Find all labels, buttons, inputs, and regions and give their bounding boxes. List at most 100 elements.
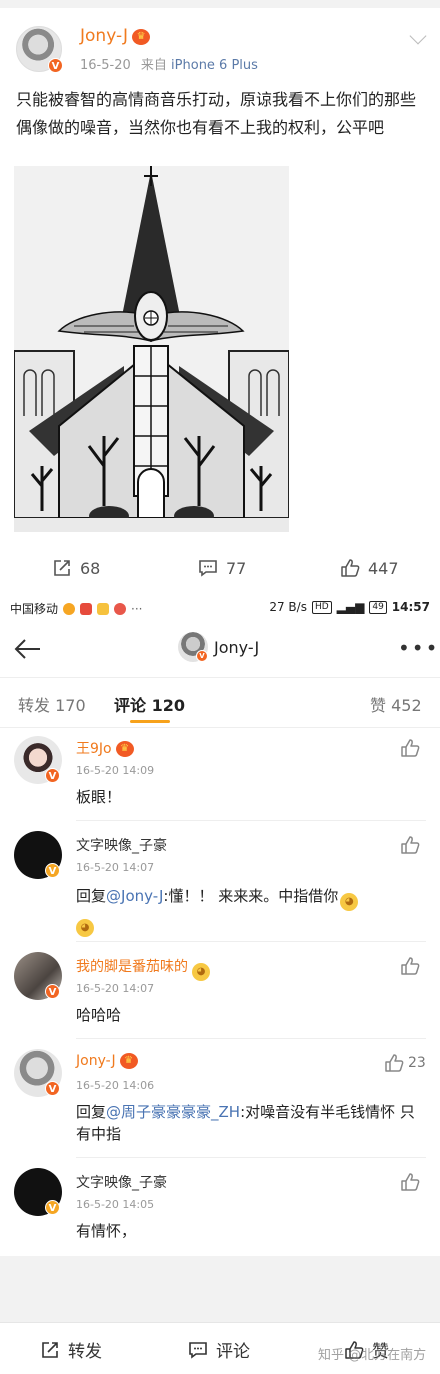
notification-icon	[80, 602, 93, 615]
tab-like[interactable]: 赞 452	[370, 692, 422, 716]
tab-underline	[130, 720, 170, 723]
like-icon	[401, 739, 420, 757]
crown-icon: ♛	[115, 741, 134, 757]
repost-action[interactable]: 68	[52, 558, 100, 578]
divider	[76, 1157, 426, 1158]
post-text: 只能被睿智的高情商音乐打动，原谅我看不上你们的那些偶像做的噪音，当然你也有看不上…	[16, 90, 417, 137]
comment-like-button[interactable]	[400, 1172, 420, 1192]
comment-text: 回复@Jony-J:懂！！ 来来来。中指借你 ◕ ◕	[76, 885, 426, 937]
bottom-repost-button[interactable]: 转发	[40, 1337, 102, 1362]
reply-prefix: 回复	[76, 887, 107, 905]
nav-avatar[interactable]: V	[178, 632, 208, 662]
comment-time: 16-5-20 14:06	[76, 1079, 155, 1092]
nav-title[interactable]: Jony-J	[214, 638, 259, 657]
notification-icon	[114, 602, 127, 615]
carrier: 中国移动	[10, 602, 59, 616]
notification-icon	[97, 602, 110, 615]
back-arrow-icon[interactable]	[12, 634, 42, 664]
comment-time: 16-5-20 14:09	[76, 764, 155, 777]
verified-badge-icon: V	[45, 984, 60, 999]
comment-icon	[199, 560, 217, 577]
clock: 14:57	[391, 600, 430, 614]
author-name[interactable]: Jony-J ♛	[80, 26, 151, 46]
tab-bar: 转发 170 评论 120 赞 452	[0, 678, 440, 728]
like-icon	[401, 836, 420, 854]
comment-action[interactable]: 77	[198, 558, 246, 578]
comment-icon	[189, 1341, 207, 1359]
like-icon	[401, 957, 420, 975]
author-avatar[interactable]: V	[16, 26, 63, 73]
tab-repost[interactable]: 转发 170	[18, 692, 86, 716]
like-icon	[385, 1054, 404, 1072]
chevron-down-icon[interactable]	[409, 27, 427, 45]
comment-like-count: 23	[408, 1055, 426, 1071]
bottom-comment-label: 评论	[216, 1342, 250, 1362]
commenter-name[interactable]: 文字映像_子豪	[76, 835, 167, 855]
more-icon[interactable]: •••	[398, 638, 439, 658]
more-notifications-icon: ···	[131, 601, 143, 616]
crown-icon: ♛	[119, 1053, 138, 1069]
verified-badge-icon: V	[196, 650, 208, 662]
comment-like-button[interactable]	[400, 738, 420, 758]
mention-link[interactable]: @周子豪豪豪豪_ZH	[106, 1103, 240, 1121]
like-count: 447	[368, 558, 399, 578]
signal-icon: ▂▄▆	[336, 600, 365, 614]
commenter-name-text: 我的脚是番茄味的	[76, 959, 188, 975]
commenter-avatar[interactable]: V	[14, 1168, 62, 1216]
commenter-name[interactable]: 我的脚是番茄味的 ◕	[76, 956, 210, 981]
comment-text: 板眼！	[76, 788, 122, 806]
comment-time: 16-5-20 14:05	[76, 1198, 155, 1211]
comment-like-button[interactable]	[400, 835, 420, 855]
commenter-name-text: Jony-J	[76, 1053, 116, 1069]
commenter-avatar[interactable]: V	[14, 831, 62, 879]
source-prefix: 来自	[140, 58, 167, 73]
comment-time: 16-5-20 14:07	[76, 982, 155, 995]
commenter-avatar[interactable]: V	[14, 1049, 62, 1097]
nav-header: V Jony-J •••	[0, 618, 440, 678]
battery-icon: 49	[369, 600, 387, 614]
status-bar: 中国移动 ··· 27 B/s HD ▂▄▆ 49 14:57	[0, 598, 440, 618]
comment-like-button[interactable]	[400, 956, 420, 976]
top-strip	[0, 0, 440, 8]
tab-comment[interactable]: 评论 120	[114, 692, 185, 716]
hd-icon: HD	[311, 600, 332, 614]
like-icon	[341, 559, 360, 577]
commenter-avatar[interactable]: V	[14, 736, 62, 784]
crown-icon: ♛	[132, 29, 151, 45]
repost-icon	[54, 560, 70, 576]
commenter-name[interactable]: 文字映像_子豪	[76, 1172, 167, 1192]
comment-list: V 王9Jo ♛ 16-5-20 14:09 板眼！ V 文字映像_子豪 16-5…	[0, 728, 440, 1256]
commenter-name[interactable]: Jony-J ♛	[76, 1053, 138, 1069]
post-source: iPhone 6 Plus	[171, 58, 258, 73]
like-action[interactable]: 447	[340, 558, 399, 578]
comment-like-button[interactable]: 23	[384, 1053, 426, 1073]
commenter-avatar[interactable]: V	[14, 952, 62, 1000]
divider	[76, 941, 426, 942]
reply-prefix: 回复	[76, 1103, 107, 1121]
bottom-comment-button[interactable]: 评论	[188, 1337, 250, 1362]
like-icon	[401, 1173, 420, 1191]
verified-badge-icon: V	[45, 768, 60, 783]
status-left: 中国移动 ···	[10, 600, 142, 617]
post-image[interactable]	[14, 166, 289, 532]
comment-count: 77	[226, 558, 247, 578]
comment-text: 哈哈哈	[76, 1006, 122, 1024]
doge-emoji-icon: ◕	[340, 893, 359, 911]
repost-icon	[42, 1341, 58, 1358]
weibo-page: V Jony-J ♛ 16-5-20 来自 iPhone 6 Plus 只能被睿智…	[0, 0, 440, 1374]
verified-badge-icon: V	[45, 863, 60, 878]
notification-icon	[63, 602, 76, 615]
commenter-name[interactable]: 王9Jo ♛	[76, 738, 134, 758]
verified-badge-icon: V	[45, 1081, 60, 1096]
post-meta: 16-5-20 来自 iPhone 6 Plus	[80, 54, 258, 73]
verified-badge-icon: V	[48, 58, 63, 73]
mention-link[interactable]: @Jony-J	[106, 887, 163, 905]
bottom-repost-label: 转发	[68, 1342, 102, 1362]
status-right: 27 B/s HD ▂▄▆ 49 14:57	[269, 600, 430, 614]
verified-badge-icon: V	[45, 1200, 60, 1215]
repost-count: 68	[80, 558, 101, 578]
emoji-icon: ◕	[192, 963, 210, 981]
commenter-name-text: 王9Jo	[76, 741, 112, 757]
watermark: 知乎 @北方在南方	[318, 1348, 427, 1363]
post-actions: 68 77 447	[0, 552, 440, 588]
